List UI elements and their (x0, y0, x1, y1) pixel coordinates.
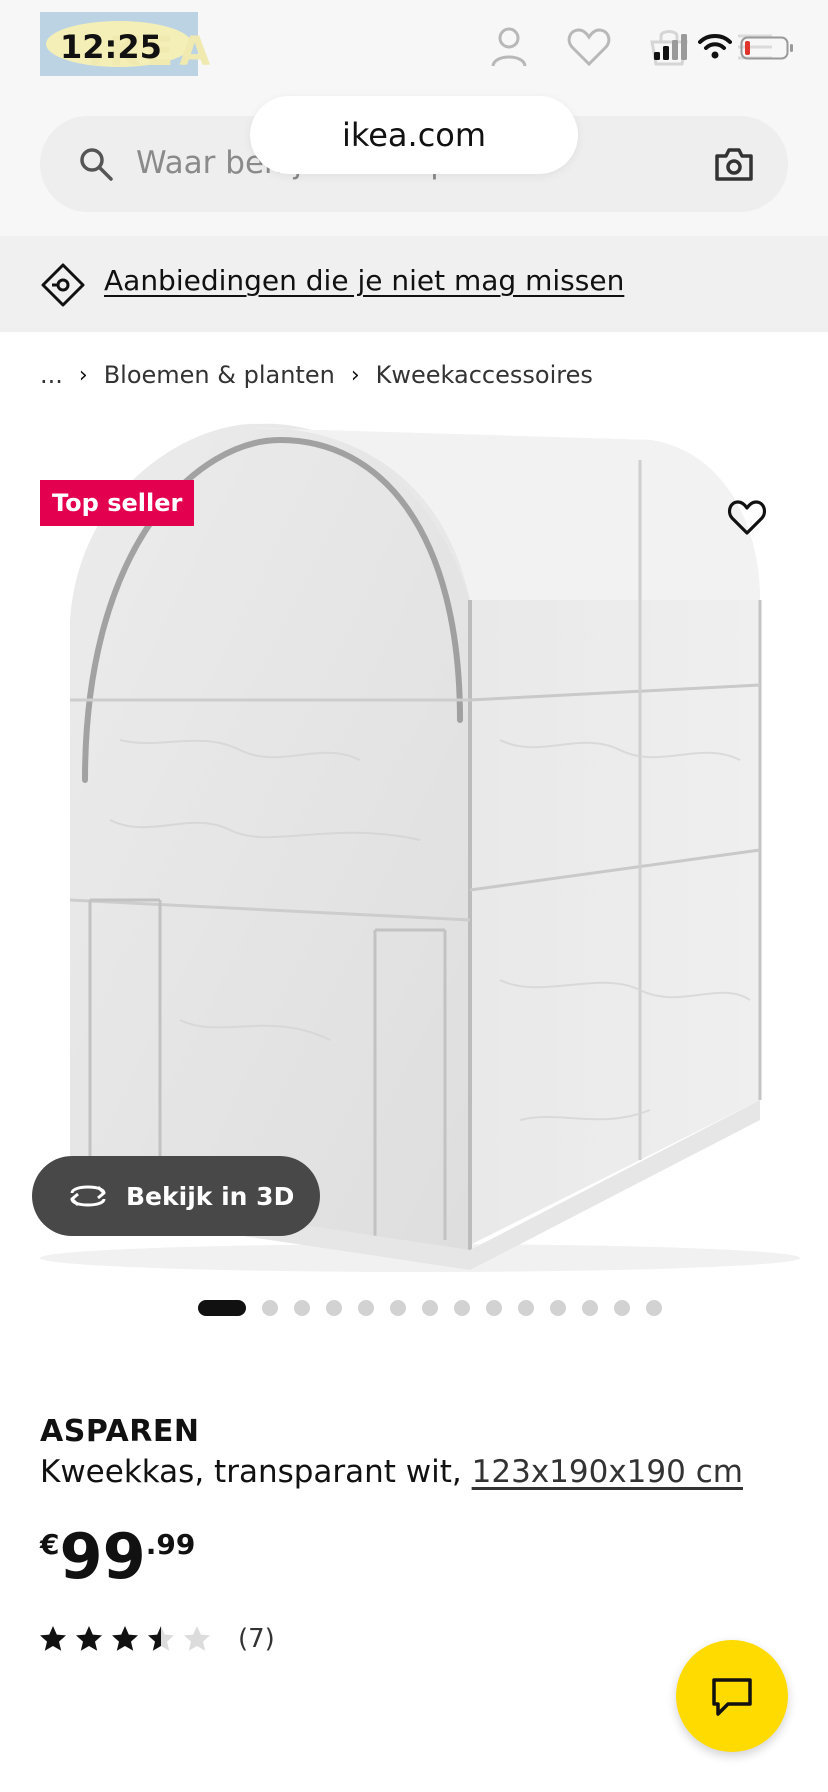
wifi-icon (698, 34, 732, 59)
search-icon (80, 148, 113, 181)
product-image[interactable] (0, 420, 828, 1280)
breadcrumb-item[interactable]: Kweekaccessoires (376, 361, 593, 389)
price-decimal: .99 (145, 1528, 196, 1561)
star-icon (40, 1626, 66, 1651)
view-in-3d-button[interactable]: Bekijk in 3D (32, 1156, 320, 1236)
star-icon (76, 1626, 102, 1651)
view-in-3d-label: Bekijk in 3D (126, 1181, 295, 1211)
tag-offer-icon (41, 263, 85, 307)
url-bar[interactable]: ikea.com (250, 96, 578, 174)
promo-link[interactable]: Aanbiedingen die je niet mag missen (104, 264, 624, 297)
carousel-dot[interactable] (518, 1300, 534, 1316)
carousel-dot[interactable] (582, 1300, 598, 1316)
carousel-dot[interactable] (422, 1300, 438, 1316)
star-icon (112, 1626, 138, 1651)
product-dimensions-link[interactable]: 123x190x190 cm (472, 1454, 743, 1490)
carousel-dot[interactable] (486, 1300, 502, 1316)
battery-low-icon (740, 36, 793, 60)
carousel-dot[interactable] (614, 1300, 630, 1316)
carousel-dot-active[interactable] (198, 1300, 246, 1316)
product-name: ASPAREN (40, 1414, 200, 1449)
product-rating[interactable]: (7) (38, 1622, 275, 1656)
carousel-dot[interactable] (390, 1300, 406, 1316)
breadcrumb-item[interactable]: Bloemen & planten (104, 361, 335, 389)
rotate-3d-icon (70, 1185, 106, 1207)
product-type: Kweekkas, transparant wit, (40, 1454, 462, 1490)
profile-icon[interactable] (484, 22, 534, 72)
top-seller-badge: Top seller (40, 480, 195, 526)
carousel-dot[interactable] (646, 1300, 662, 1316)
image-carousel-dots[interactable] (198, 1298, 678, 1318)
product-description: Kweekkas, transparant wit, 123x190x190 c… (40, 1454, 743, 1490)
price-integer: 99 (59, 1520, 146, 1593)
chevron-right-icon: › (78, 362, 88, 388)
status-time: 12:25 (60, 28, 162, 66)
heart-icon[interactable] (564, 22, 614, 72)
carousel-dot[interactable] (326, 1300, 342, 1316)
carousel-dot[interactable] (262, 1300, 278, 1316)
chat-bubble-icon (712, 1678, 752, 1716)
breadcrumb-item[interactable]: ... (40, 361, 63, 389)
carousel-dot[interactable] (294, 1300, 310, 1316)
breadcrumb: ... › Bloemen & planten › Kweekaccessoir… (40, 358, 593, 392)
signal-bars-icon (654, 34, 687, 60)
carousel-dot[interactable] (358, 1300, 374, 1316)
favorite-heart-icon[interactable] (726, 496, 768, 538)
star-icon (148, 1626, 174, 1651)
chevron-right-icon: › (350, 362, 360, 388)
promo-banner[interactable]: Aanbiedingen die je niet mag missen (0, 236, 828, 332)
review-count[interactable]: (7) (238, 1624, 275, 1654)
carousel-dot[interactable] (550, 1300, 566, 1316)
product-price: €99.99 (40, 1522, 195, 1592)
price-currency: € (40, 1528, 60, 1561)
chat-button[interactable] (676, 1640, 788, 1752)
star-icon (184, 1626, 210, 1651)
carousel-dot[interactable] (454, 1300, 470, 1316)
camera-icon[interactable] (714, 146, 754, 182)
